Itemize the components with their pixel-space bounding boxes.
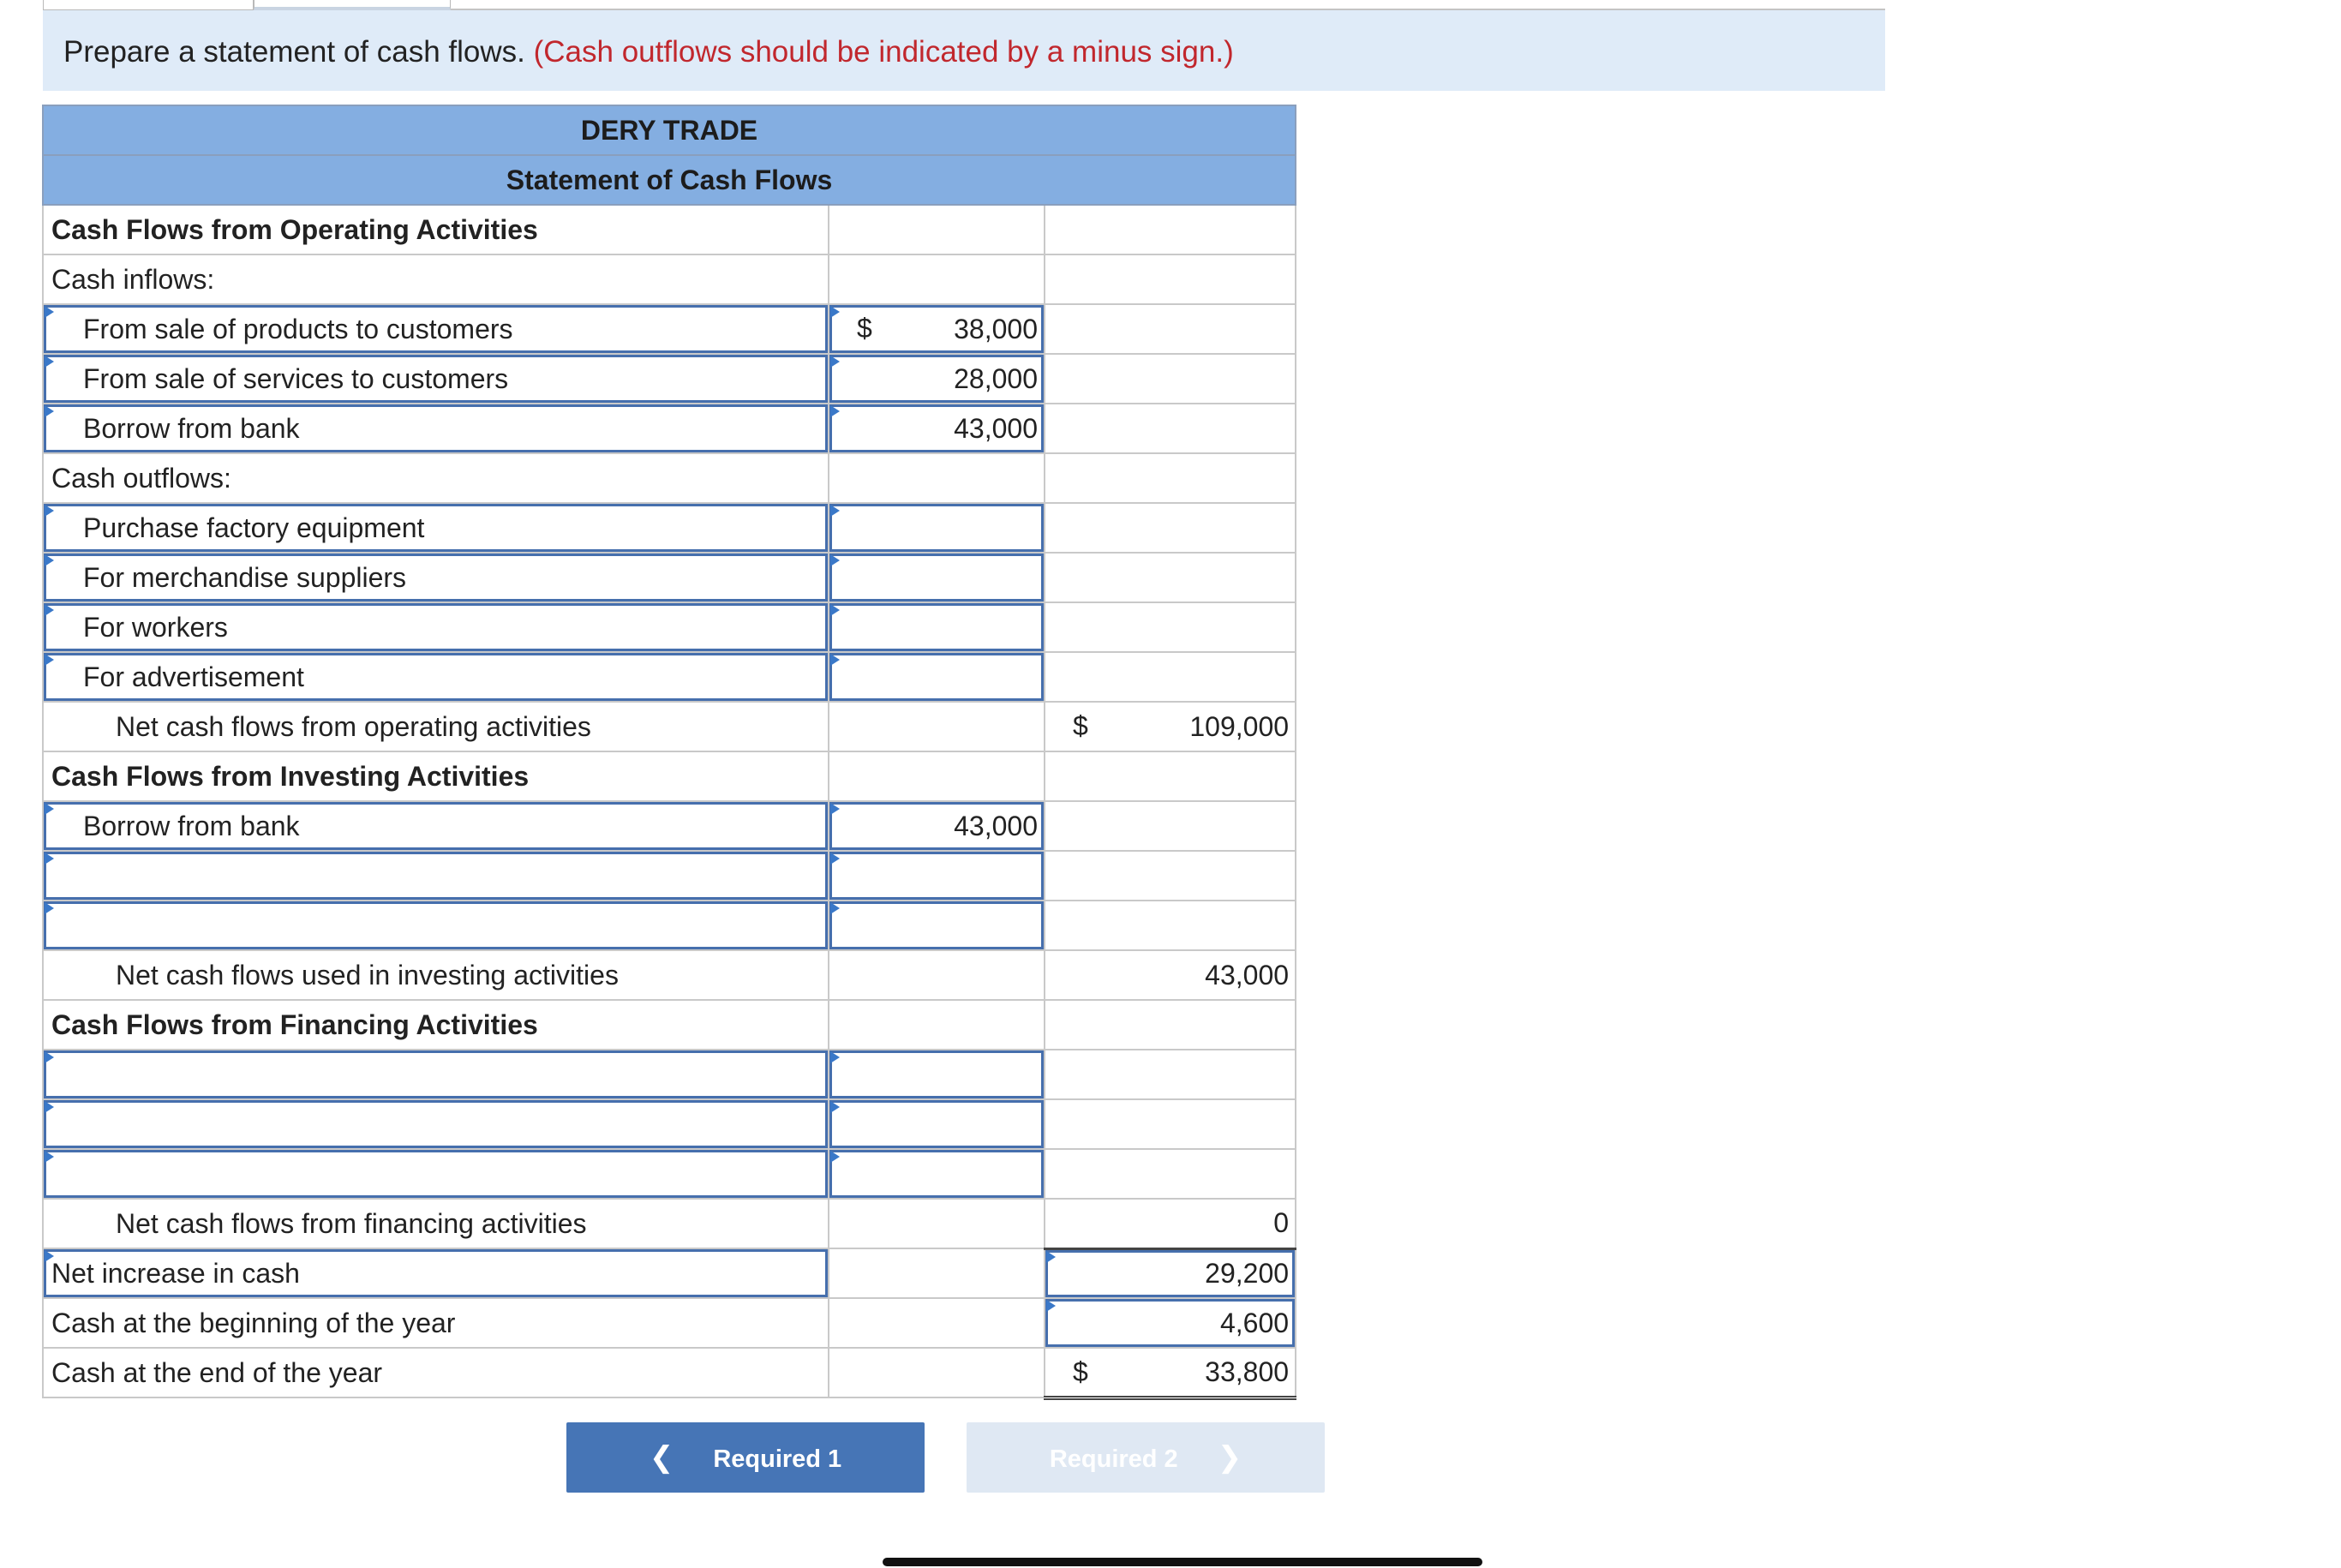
outflows-label: Cash outflows:	[42, 452, 829, 504]
investing-label-field[interactable]: Borrow from bank	[42, 800, 829, 852]
financing-label-field[interactable]	[42, 1148, 829, 1200]
amount-value: 109,000	[1189, 710, 1290, 742]
table-row: Net cash flows from operating activities…	[42, 701, 1297, 752]
currency-symbol: $	[1073, 710, 1088, 741]
required-1-button[interactable]: ❮ Required 1	[566, 1422, 925, 1493]
chevron-left-icon: ❮	[649, 1441, 674, 1474]
inflow-label-field[interactable]: From sale of products to customers	[42, 303, 829, 355]
outflow-amount-field[interactable]	[828, 601, 1045, 653]
instruction-note: (Cash outflows should be indicated by a …	[533, 35, 1234, 69]
investing-amount-field[interactable]	[828, 900, 1045, 951]
net-increase-label-field[interactable]: Net increase in cash	[42, 1248, 829, 1299]
ending-cash-amount: $33,800	[1043, 1347, 1297, 1400]
prev-button-label: Required 1	[713, 1445, 842, 1473]
outflow-label-field[interactable]: For advertisement	[42, 651, 829, 703]
table-row: Borrow from bank 43,000	[42, 800, 1297, 852]
table-row	[42, 900, 1297, 951]
cash-flow-statement-table: DERY TRADE Statement of Cash Flows Cash …	[41, 105, 1297, 1400]
beginning-cash-amount-field[interactable]: 4,600	[1043, 1297, 1297, 1349]
table-row: From sale of services to customers 28,00…	[42, 353, 1297, 404]
investing-header: Cash Flows from Investing Activities	[42, 751, 829, 802]
inflow-amount-field[interactable]: $38,000	[828, 303, 1045, 355]
net-investing-label: Net cash flows used in investing activit…	[42, 949, 829, 1001]
tab-previous[interactable]	[43, 0, 254, 10]
next-button-label: Required 2	[1049, 1445, 1178, 1473]
amount-value: 38,000	[954, 313, 1038, 344]
tab-strip	[43, 0, 1885, 10]
tab-current[interactable]	[254, 0, 451, 10]
outflow-amount-field[interactable]	[828, 651, 1045, 703]
outflow-amount-field[interactable]	[828, 502, 1045, 554]
company-name: DERY TRADE	[41, 105, 1297, 156]
ending-cash-label: Cash at the end of the year	[42, 1347, 829, 1398]
inflows-label: Cash inflows:	[42, 254, 829, 305]
inflow-amount-field[interactable]: 28,000	[828, 353, 1045, 404]
financing-amount-field[interactable]	[828, 1049, 1045, 1100]
section-header-operating: Cash Flows from Operating Activities	[42, 204, 1297, 255]
statement-title: Statement of Cash Flows	[41, 154, 1297, 206]
inflow-amount-field[interactable]: 43,000	[828, 403, 1045, 454]
outflow-label-field[interactable]: Purchase factory equipment	[42, 502, 829, 554]
table-row: Purchase factory equipment	[42, 502, 1297, 554]
financing-amount-field[interactable]	[828, 1148, 1045, 1200]
table-row: Net cash flows from financing activities…	[42, 1198, 1297, 1249]
investing-label-field[interactable]	[42, 900, 829, 951]
net-operating-amount: $109,000	[1043, 701, 1297, 752]
table-row	[42, 1098, 1297, 1150]
table-row: Net increase in cash 29,200	[42, 1247, 1297, 1299]
investing-amount-field[interactable]	[828, 850, 1045, 901]
table-row: For merchandise suppliers	[42, 552, 1297, 603]
home-indicator	[883, 1558, 1482, 1566]
table-row: For advertisement	[42, 651, 1297, 703]
table-row: Cash at the end of the year $33,800	[42, 1347, 1297, 1400]
table-row: From sale of products to customers $38,0…	[42, 303, 1297, 355]
net-financing-amount: 0	[1043, 1198, 1297, 1249]
investing-amount-field[interactable]: 43,000	[828, 800, 1045, 852]
table-row: Net cash flows used in investing activit…	[42, 949, 1297, 1001]
outflow-amount-field[interactable]	[828, 552, 1045, 603]
inflow-label-field[interactable]: From sale of services to customers	[42, 353, 829, 404]
financing-label-field[interactable]	[42, 1098, 829, 1150]
financing-header: Cash Flows from Financing Activities	[42, 999, 829, 1050]
table-row	[42, 1148, 1297, 1200]
beginning-cash-label: Cash at the beginning of the year	[42, 1297, 829, 1349]
table-row: Borrow from bank 43,000	[42, 403, 1297, 454]
operating-header: Cash Flows from Operating Activities	[42, 204, 829, 255]
outflow-label-field[interactable]: For workers	[42, 601, 829, 653]
instruction-text: Prepare a statement of cash flows.	[63, 35, 525, 69]
table-row	[42, 850, 1297, 901]
outflow-label-field[interactable]: For merchandise suppliers	[42, 552, 829, 603]
table-row	[42, 1049, 1297, 1100]
instruction-banner: Prepare a statement of cash flows. (Cash…	[43, 10, 1885, 91]
section-header-financing: Cash Flows from Financing Activities	[42, 999, 1297, 1050]
chevron-right-icon: ❯	[1217, 1441, 1242, 1474]
section-header-investing: Cash Flows from Investing Activities	[42, 751, 1297, 802]
table-row: For workers	[42, 601, 1297, 653]
table-row: Cash inflows:	[42, 254, 1297, 305]
net-investing-amount: 43,000	[1043, 949, 1297, 1001]
net-operating-label: Net cash flows from operating activities	[42, 701, 829, 752]
currency-symbol: $	[857, 313, 872, 344]
inflow-label-field[interactable]: Borrow from bank	[42, 403, 829, 454]
financing-amount-field[interactable]	[828, 1098, 1045, 1150]
net-increase-amount-field[interactable]: 29,200	[1043, 1247, 1297, 1299]
amount-value: 33,800	[1205, 1356, 1290, 1387]
table-row: Cash at the beginning of the year 4,600	[42, 1297, 1297, 1349]
investing-label-field[interactable]	[42, 850, 829, 901]
table-row: Cash outflows:	[42, 452, 1297, 504]
currency-symbol: $	[1073, 1356, 1088, 1387]
required-2-button[interactable]: Required 2 ❯	[967, 1422, 1325, 1493]
net-financing-label: Net cash flows from financing activities	[42, 1198, 829, 1249]
financing-label-field[interactable]	[42, 1049, 829, 1100]
